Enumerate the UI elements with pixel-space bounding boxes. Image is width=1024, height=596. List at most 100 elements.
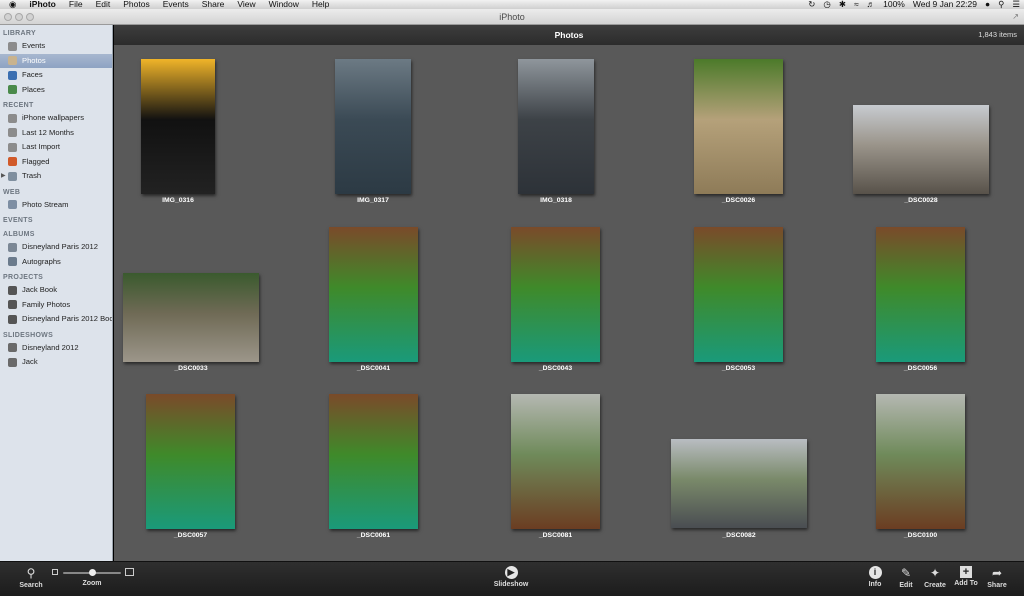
photo-thumbnail[interactable] — [511, 394, 600, 529]
photo-thumbnail[interactable] — [335, 59, 411, 194]
close-button[interactable] — [4, 13, 12, 21]
bluetooth-icon[interactable]: ✱ — [839, 0, 846, 9]
window-titlebar: iPhoto ↗ — [0, 9, 1024, 25]
minimize-button[interactable] — [15, 13, 23, 21]
sidebar-item-last-import[interactable]: Last Import — [0, 140, 112, 155]
sidebar-item-disneyland-paris-2012[interactable]: Disneyland Paris 2012 — [0, 240, 112, 255]
zoom-window-button[interactable] — [26, 13, 34, 21]
photo-thumbnail[interactable] — [876, 394, 965, 529]
sidebar-item-photos[interactable]: Photos — [0, 53, 112, 68]
sidebar-item-flagged[interactable]: Flagged — [0, 155, 112, 170]
slideshow-icon — [8, 343, 17, 353]
sidebar-item-disneyland-2012[interactable]: Disneyland 2012 — [0, 341, 112, 356]
sidebar-item-places[interactable]: Places — [0, 83, 112, 98]
clock-icon — [8, 142, 17, 152]
photo-thumbnail[interactable] — [329, 394, 418, 529]
fullscreen-icon[interactable]: ↗ — [1012, 9, 1019, 25]
list-icon[interactable]: ☰ — [1012, 0, 1020, 9]
sidebar-item-iphone-wallpapers[interactable]: iPhone wallpapers — [0, 111, 112, 126]
sidebar-item-label: Disneyland Paris 2012 Book — [22, 314, 113, 323]
sidebar-item-label: Family Photos — [22, 299, 71, 309]
volume-icon[interactable]: ♬ — [867, 0, 876, 9]
sidebar-item-jack-book[interactable]: Jack Book — [0, 283, 112, 298]
photo-caption[interactable]: _DSC0043 — [481, 365, 631, 372]
apple-menu-icon[interactable]: ◉ — [9, 0, 16, 9]
photo-thumbnail[interactable] — [518, 59, 594, 194]
sidebar-item-last-12-months[interactable]: Last 12 Months — [0, 126, 112, 141]
sync-icon[interactable]: ↻ — [808, 0, 815, 9]
menu-help[interactable]: Help — [312, 0, 329, 9]
add-icon: + — [960, 566, 972, 578]
spotlight-icon[interactable]: ⚲ — [998, 0, 1004, 9]
menu-window[interactable]: Window — [269, 0, 299, 9]
disclosure-triangle-icon[interactable]: ▶ — [1, 169, 6, 184]
menu-share[interactable]: Share — [202, 0, 225, 9]
user-icon[interactable]: ● — [985, 0, 990, 9]
photo-caption[interactable]: _DSC0056 — [846, 365, 996, 372]
sidebar-item-family-photos[interactable]: Family Photos — [0, 298, 112, 313]
wifi-icon[interactable]: ≈ — [854, 0, 859, 9]
photo-caption[interactable]: _DSC0033 — [116, 365, 266, 372]
app-menu[interactable]: iPhoto — [29, 0, 55, 9]
status-area: ↻ ◷ ✱ ≈ ♬ 100% Wed 9 Jan 22:29 ● ⚲ ☰ — [808, 0, 1020, 9]
photo-thumbnail[interactable] — [123, 273, 259, 362]
browser-header: Photos 1,843 items — [114, 25, 1024, 45]
share-button[interactable]: ➦ Share — [979, 566, 1015, 589]
sidebar-item-autographs[interactable]: Autographs — [0, 255, 112, 270]
photo-caption[interactable]: _DSC0026 — [664, 197, 814, 204]
sidebar-item-label: Photo Stream — [22, 199, 69, 209]
zoom-slider[interactable] — [52, 568, 134, 578]
photo-caption[interactable]: _DSC0082 — [664, 532, 814, 539]
menu-edit[interactable]: Edit — [96, 0, 111, 9]
section-header-slideshows: SLIDESHOWS — [3, 331, 54, 339]
photo-thumbnail[interactable] — [146, 394, 235, 529]
menu-bar: ◉ iPhoto File Edit Photos Events Share View Wi… — [0, 0, 1024, 9]
share-icon: ➦ — [991, 566, 1003, 580]
photo-caption[interactable]: _DSC0100 — [846, 532, 996, 539]
photo-thumbnail[interactable] — [329, 227, 418, 362]
item-count: 1,843 items — [978, 30, 1017, 39]
bottom-toolbar: ⚲ Search Zoom ▶ Slideshow i Info ✎ Edit … — [0, 561, 1024, 596]
photo-caption[interactable]: IMG_0316 — [103, 197, 253, 204]
photo-thumbnail[interactable] — [671, 439, 807, 528]
flag-icon — [8, 157, 17, 167]
info-icon: i — [868, 566, 882, 579]
photo-caption[interactable]: _DSC0053 — [664, 365, 814, 372]
photo-thumbnail[interactable] — [853, 105, 989, 194]
pencil-icon: ✎ — [900, 566, 912, 580]
photo-caption[interactable]: _DSC0061 — [299, 532, 449, 539]
clock-label[interactable]: Wed 9 Jan 22:29 — [913, 0, 977, 9]
photo-caption[interactable]: _DSC0041 — [299, 365, 449, 372]
photo-caption[interactable]: _DSC0081 — [481, 532, 631, 539]
menu-file[interactable]: File — [69, 0, 83, 9]
photo-thumbnail[interactable] — [876, 227, 965, 362]
menu-photos[interactable]: Photos — [123, 0, 149, 9]
sidebar-item-faces[interactable]: Faces — [0, 68, 112, 83]
slideshow-button[interactable]: ▶ Slideshow — [493, 566, 529, 588]
sidebar-item-jack[interactable]: Jack — [0, 355, 112, 370]
sidebar-item-disneyland-paris-2012-book[interactable]: Disneyland Paris 2012 Book — [0, 312, 112, 327]
photo-caption[interactable]: _DSC0057 — [116, 532, 266, 539]
photo-thumbnail[interactable] — [511, 227, 600, 362]
photo-thumbnail[interactable] — [694, 59, 783, 194]
search-button[interactable]: ⚲ Search — [13, 566, 49, 589]
faces-icon — [8, 70, 17, 80]
zoom-thumb[interactable] — [89, 569, 96, 576]
photo-thumbnail[interactable] — [694, 227, 783, 362]
sidebar-item-label: Places — [22, 84, 45, 94]
sidebar-item-events[interactable]: Events — [0, 39, 112, 54]
photo-caption[interactable]: _DSC0028 — [846, 197, 996, 204]
photo-thumbnail[interactable] — [141, 59, 215, 194]
places-icon — [8, 85, 17, 95]
menu-view[interactable]: View — [237, 0, 255, 9]
menu-events[interactable]: Events — [163, 0, 189, 9]
zoom-label: Zoom — [82, 580, 102, 587]
photo-caption[interactable]: IMG_0318 — [481, 197, 631, 204]
sidebar-item-trash[interactable]: ▶ Trash — [0, 169, 112, 184]
battery-label[interactable]: 100% — [883, 0, 905, 9]
photo-caption[interactable]: IMG_0317 — [298, 197, 448, 204]
sidebar-item-photo-stream[interactable]: Photo Stream — [0, 198, 112, 213]
events-icon — [8, 113, 17, 123]
book-icon — [8, 300, 17, 310]
time-machine-icon[interactable]: ◷ — [823, 0, 830, 9]
